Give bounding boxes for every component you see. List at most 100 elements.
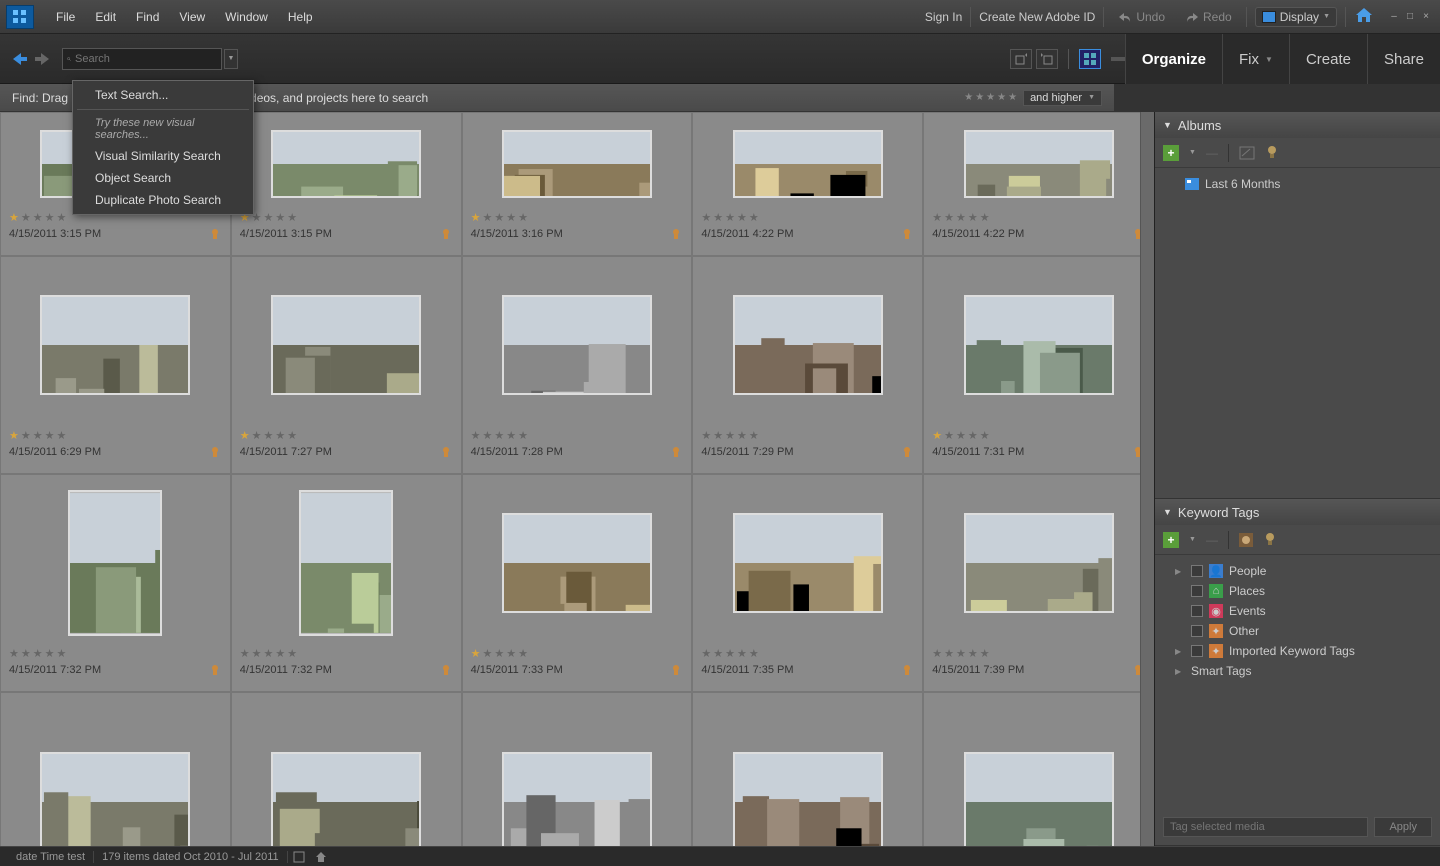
thumbnail-cell[interactable]: ★★★★★4/15/2011 7:28 PM <box>462 256 693 474</box>
grid-view-icon[interactable] <box>1079 49 1101 69</box>
tag-places[interactable]: ⌂Places <box>1155 581 1440 601</box>
thumbnail-image[interactable] <box>271 752 421 846</box>
rotate-right-icon[interactable] <box>1036 49 1058 69</box>
tip-icon[interactable] <box>1263 532 1277 548</box>
tab-share[interactable]: Share <box>1367 34 1440 84</box>
rating-stars[interactable]: ★★★★★ <box>240 211 453 224</box>
thumbnail-cell[interactable]: ★★★★★4/15/2011 3:15 PM <box>231 112 462 256</box>
nav-forward-button[interactable] <box>32 49 52 69</box>
menu-view[interactable]: View <box>169 10 215 24</box>
thumbnail-image[interactable] <box>733 513 883 613</box>
smart-tags[interactable]: ▶Smart Tags <box>1155 661 1440 681</box>
thumbnail-image[interactable] <box>964 752 1114 846</box>
thumbnail-cell[interactable]: ★★★★★4/15/2011 7:32 PM <box>0 474 231 692</box>
tag-people[interactable]: ▶👤People <box>1155 561 1440 581</box>
tag-events[interactable]: ◉Events <box>1155 601 1440 621</box>
thumbnail-cell[interactable]: ★★★★★4/15/2011 4:22 PM <box>692 112 923 256</box>
thumbnail-image[interactable] <box>40 752 190 846</box>
search-input[interactable] <box>75 53 217 65</box>
add-tag-button[interactable]: + <box>1163 532 1179 548</box>
rating-stars[interactable]: ★★★★★ <box>932 647 1145 660</box>
thumbnail-image[interactable] <box>964 130 1114 198</box>
thumbnail-cell[interactable]: ★★★★★4/15/2011 6:29 PM <box>0 256 231 474</box>
thumbnail-image[interactable] <box>40 295 190 395</box>
tab-fix[interactable]: Fix▼ <box>1222 34 1289 84</box>
thumbnail-image[interactable] <box>271 130 421 198</box>
edit-icon[interactable] <box>1239 146 1255 160</box>
redo-button[interactable]: Redo <box>1179 10 1238 24</box>
rotate-left-icon[interactable] <box>1010 49 1032 69</box>
display-button[interactable]: Display▼ <box>1255 7 1337 27</box>
menu-help[interactable]: Help <box>278 10 323 24</box>
keywords-header[interactable]: ▼Keyword Tags <box>1155 499 1440 525</box>
window-close[interactable]: × <box>1420 11 1432 23</box>
rating-stars[interactable]: ★★★★★ <box>471 211 684 224</box>
tag-imported[interactable]: ▶✦Imported Keyword Tags <box>1155 641 1440 661</box>
dd-visual-search[interactable]: Visual Similarity Search <box>73 145 253 167</box>
thumbnail-cell[interactable] <box>462 692 693 846</box>
face-icon[interactable] <box>1239 533 1253 547</box>
album-item[interactable]: Last 6 Months <box>1155 174 1440 194</box>
thumbnail-image[interactable] <box>68 490 162 636</box>
thumbnail-image[interactable] <box>733 752 883 846</box>
window-minimize[interactable]: – <box>1388 11 1400 23</box>
create-adobe-id-link[interactable]: Create New Adobe ID <box>979 10 1095 24</box>
thumbnail-image[interactable] <box>271 295 421 395</box>
window-maximize[interactable]: □ <box>1404 11 1416 23</box>
tip-icon[interactable] <box>1265 145 1279 161</box>
thumbnail-cell[interactable] <box>692 692 923 846</box>
status-icon-1[interactable] <box>292 850 306 864</box>
add-album-button[interactable]: + <box>1163 145 1179 161</box>
thumbnail-image[interactable] <box>964 295 1114 395</box>
nav-back-button[interactable] <box>10 49 30 69</box>
menu-find[interactable]: Find <box>126 10 169 24</box>
menu-window[interactable]: Window <box>215 10 278 24</box>
rating-stars[interactable]: ★★★★★ <box>701 647 914 660</box>
thumbnail-cell[interactable]: ★★★★★4/15/2011 7:31 PM <box>923 256 1154 474</box>
rating-stars[interactable]: ★★★★★ <box>701 429 914 442</box>
thumbnail-cell[interactable]: ★★★★★4/15/2011 7:32 PM <box>231 474 462 692</box>
menu-edit[interactable]: Edit <box>85 10 126 24</box>
thumbnail-cell[interactable]: ★★★★★4/15/2011 7:29 PM <box>692 256 923 474</box>
tag-input[interactable] <box>1163 817 1368 837</box>
undo-button[interactable]: Undo <box>1112 10 1171 24</box>
status-icon-2[interactable] <box>314 850 328 864</box>
thumbnail-image[interactable] <box>502 513 652 613</box>
thumbnail-cell[interactable]: ★★★★★4/15/2011 7:39 PM <box>923 474 1154 692</box>
rating-filter-dropdown[interactable]: and higher▼ <box>1023 90 1102 106</box>
menu-file[interactable]: File <box>46 10 85 24</box>
thumbnail-cell[interactable]: ★★★★★4/15/2011 7:35 PM <box>692 474 923 692</box>
apply-button[interactable]: Apply <box>1374 817 1432 837</box>
rating-stars[interactable]: ★★★★★ <box>932 429 1145 442</box>
tab-create[interactable]: Create <box>1289 34 1367 84</box>
search-box[interactable] <box>62 48 222 70</box>
thumbnail-cell[interactable]: ★★★★★4/15/2011 3:16 PM <box>462 112 693 256</box>
rating-stars[interactable]: ★★★★★ <box>240 429 453 442</box>
thumbnail-cell[interactable] <box>923 692 1154 846</box>
thumbnail-image[interactable] <box>733 130 883 198</box>
scrollbar[interactable] <box>1140 112 1154 846</box>
dd-object-search[interactable]: Object Search <box>73 167 253 189</box>
thumbnail-cell[interactable] <box>231 692 462 846</box>
thumbnail-image[interactable] <box>733 295 883 395</box>
rating-stars[interactable]: ★★★★★ <box>9 647 222 660</box>
thumbnail-image[interactable] <box>502 130 652 198</box>
sign-in-link[interactable]: Sign In <box>925 10 962 24</box>
albums-header[interactable]: ▼Albums <box>1155 112 1440 138</box>
thumbnail-cell[interactable]: ★★★★★4/15/2011 7:33 PM <box>462 474 693 692</box>
rating-stars[interactable]: ★★★★★ <box>9 429 222 442</box>
dd-duplicate-search[interactable]: Duplicate Photo Search <box>73 189 253 211</box>
dd-text-search[interactable]: Text Search... <box>73 84 253 106</box>
rating-stars[interactable]: ★★★★★ <box>471 647 684 660</box>
thumbnail-cell[interactable]: ★★★★★4/15/2011 7:27 PM <box>231 256 462 474</box>
rating-stars[interactable]: ★★★★★ <box>240 647 453 660</box>
thumbnail-image[interactable] <box>964 513 1114 613</box>
tab-organize[interactable]: Organize <box>1125 34 1222 84</box>
tag-other[interactable]: ✦Other <box>1155 621 1440 641</box>
thumbnail-image[interactable] <box>502 295 652 395</box>
thumbnail-image[interactable] <box>502 752 652 846</box>
thumbnail-image[interactable] <box>299 490 393 636</box>
app-logo[interactable] <box>6 5 34 29</box>
thumbnail-cell[interactable]: ★★★★★4/15/2011 4:22 PM <box>923 112 1154 256</box>
rating-stars[interactable]: ★★★★★ <box>471 429 684 442</box>
